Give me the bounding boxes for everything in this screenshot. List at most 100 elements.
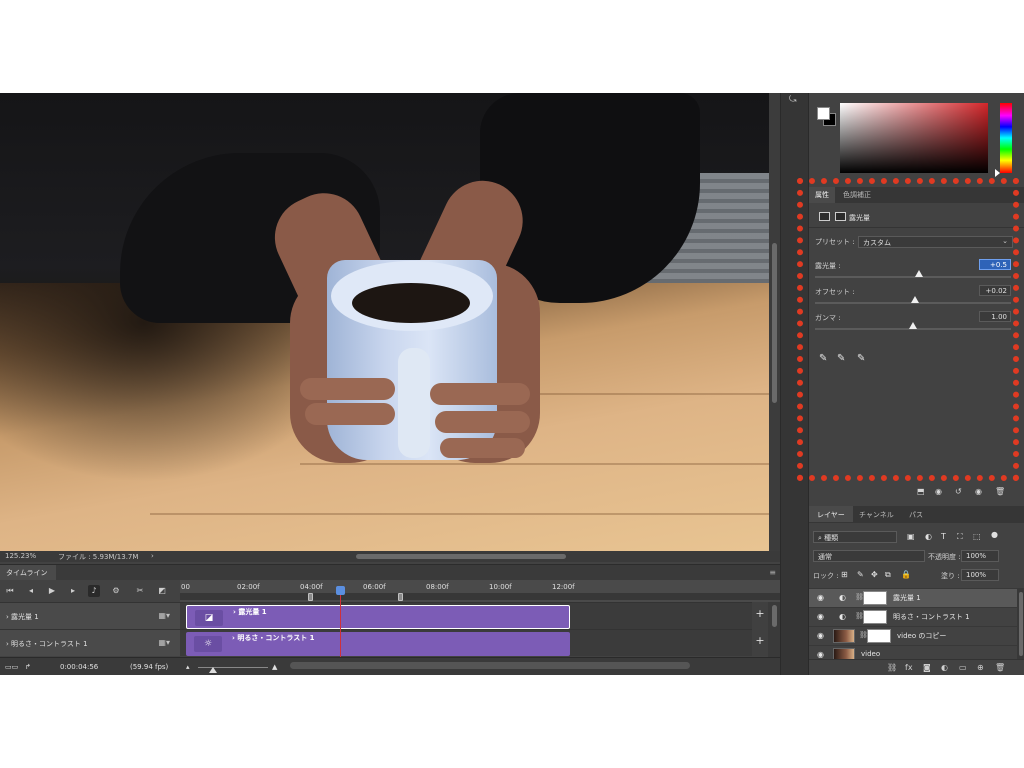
transition-icon[interactable]: ◩ (156, 585, 168, 597)
document-canvas[interactable] (0, 93, 769, 551)
canvas-horizontal-scrollbar[interactable] (356, 554, 566, 559)
layer-row[interactable]: ◉ ◐ ⛓ 明るさ・コントラスト 1 (809, 607, 1017, 626)
fx-icon[interactable]: fx (905, 663, 913, 672)
lock-all-icon[interactable]: 🔒 (901, 570, 911, 579)
hue-marker[interactable] (995, 169, 1000, 177)
eye-icon[interactable]: ◉ (817, 593, 824, 602)
tab-paths[interactable]: パス (903, 506, 929, 522)
film-icon[interactable]: ▦▾ (158, 638, 170, 647)
eye-icon[interactable]: ◉ (817, 631, 824, 640)
add-media-button[interactable]: + (752, 629, 768, 656)
work-area-bar[interactable] (180, 593, 780, 600)
layer-row[interactable]: ◉ ◐ ⛓ 露光量 1 (809, 588, 1017, 607)
add-mask-icon[interactable]: ◙ (923, 663, 931, 672)
tab-channels[interactable]: チャンネル (853, 506, 900, 522)
black-eyedropper-icon[interactable]: ✎ (819, 353, 827, 364)
clip-exposure[interactable]: ◪ › 露光量 1 (186, 605, 570, 629)
layer-name[interactable]: video のコピー (897, 631, 946, 641)
zoom-in-icon[interactable]: ▲ (272, 663, 277, 671)
foreground-color-swatch[interactable] (817, 107, 830, 120)
settings-icon[interactable]: ⚙ (110, 585, 122, 597)
zoom-slider-knob[interactable] (209, 667, 217, 673)
exposure-slider-knob[interactable] (914, 270, 923, 277)
mask-icon[interactable] (835, 212, 846, 221)
layer-mask-thumbnail[interactable] (863, 591, 887, 605)
layer-row[interactable]: ◉ ⛓ video のコピー (809, 626, 1017, 645)
layer-name[interactable]: video (861, 650, 880, 658)
keyframe-marker[interactable] (398, 593, 403, 601)
new-group-icon[interactable]: ▭ (959, 663, 967, 672)
layer-name[interactable]: 明るさ・コントラスト 1 (893, 612, 970, 622)
trash-icon[interactable]: 🗑 (995, 663, 1005, 672)
film-icon[interactable]: ▦▾ (158, 611, 170, 620)
timeline-ruler[interactable]: 00 02:00f 04:00f 06:00f 08:00f 10:00f 12… (180, 580, 780, 602)
lock-position-icon[interactable]: ✥ (871, 570, 878, 579)
gray-eyedropper-icon[interactable]: ✎ (837, 353, 845, 364)
exposure-slider[interactable] (815, 276, 1011, 278)
trash-icon[interactable]: 🗑 (995, 487, 1005, 496)
opacity-input[interactable]: 100% (961, 550, 999, 562)
status-arrow[interactable]: › (151, 552, 154, 560)
view-previous-icon[interactable]: ◉ (935, 487, 942, 496)
first-frame-icon[interactable]: ⏮ (4, 585, 16, 597)
lock-image-icon[interactable]: ✎ (857, 570, 864, 579)
link-layers-icon[interactable]: ⛓ (887, 663, 897, 672)
layer-mask-thumbnail[interactable] (863, 610, 887, 624)
previous-frame-icon[interactable]: ◂ (25, 585, 37, 597)
blend-mode-select[interactable]: 通常 (813, 550, 925, 562)
tab-timeline[interactable]: タイムライン (0, 565, 56, 581)
layer-kind-filter[interactable]: ⌕ 種類 (813, 531, 897, 543)
convert-icon[interactable]: ↱ (25, 663, 31, 671)
hue-slider[interactable] (1000, 103, 1012, 173)
layer-thumbnail[interactable] (833, 629, 855, 643)
adjustment-filter-icon[interactable]: ◐ (925, 532, 932, 541)
play-icon[interactable]: ▶ (46, 585, 58, 597)
gamma-slider-knob[interactable] (909, 322, 917, 329)
color-picker-field[interactable] (840, 103, 988, 173)
scrollbar-thumb[interactable] (772, 605, 777, 627)
layers-scrollbar[interactable] (1017, 588, 1024, 663)
layer-mask-thumbnail[interactable] (867, 629, 891, 643)
clip-to-layer-icon[interactable]: ⬒ (917, 487, 925, 496)
current-timecode[interactable]: 0:00:04:56 (60, 663, 98, 671)
track-label-brightness[interactable]: › 明るさ・コントラスト 1 ▦▾ (0, 629, 180, 656)
eye-icon[interactable]: ◉ (817, 612, 824, 621)
new-adjustment-icon[interactable]: ◐ (941, 663, 948, 672)
next-frame-icon[interactable]: ▸ (67, 585, 79, 597)
layer-name[interactable]: 露光量 1 (893, 593, 921, 603)
gamma-input[interactable]: 1.00 (979, 311, 1011, 322)
split-icon[interactable]: ✂ (134, 585, 146, 597)
audio-icon[interactable]: ♪ (88, 585, 100, 597)
timeline-horizontal-scrollbar[interactable] (290, 662, 690, 669)
filter-toggle-icon[interactable]: ● (991, 530, 998, 539)
lock-transparent-icon[interactable]: ⊞ (841, 570, 848, 579)
reset-icon[interactable]: ↺ (955, 487, 962, 496)
visibility-icon[interactable]: ◉ (975, 487, 982, 496)
new-layer-icon[interactable]: ⊕ (977, 663, 984, 672)
fill-input[interactable]: 100% (961, 569, 999, 581)
menu-icon[interactable]: ≡ (769, 568, 776, 577)
keyframe-marker[interactable] (308, 593, 313, 601)
track-label-exposure[interactable]: › 露光量 1 ▦▾ (0, 602, 180, 629)
clip-brightness[interactable]: ☼ › 明るさ・コントラスト 1 (186, 632, 570, 656)
tracks-scrollbar[interactable] (768, 602, 780, 657)
type-filter-icon[interactable]: T (941, 532, 946, 541)
canvas-vertical-scrollbar[interactable] (769, 93, 780, 551)
pixel-filter-icon[interactable]: ▣ (907, 532, 915, 541)
scrollbar-thumb[interactable] (772, 243, 777, 403)
tab-layers[interactable]: レイヤー (809, 506, 853, 522)
tab-properties[interactable]: 属性 (809, 187, 835, 203)
add-media-button[interactable]: + (752, 602, 768, 629)
scrollbar-thumb[interactable] (1019, 592, 1023, 656)
exposure-input[interactable]: +0.5 (979, 259, 1011, 270)
zoom-out-icon[interactable]: ▴ (186, 663, 190, 671)
shape-filter-icon[interactable]: ⛶ (957, 532, 963, 542)
smart-object-filter-icon[interactable]: ⬚ (973, 532, 981, 541)
preset-select[interactable]: カスタム ⌄ (858, 236, 1013, 248)
tab-adjustments[interactable]: 色調補正 (837, 187, 877, 203)
render-icon[interactable]: ▭▭ (5, 663, 18, 671)
eye-icon[interactable]: ◉ (817, 650, 824, 659)
offset-input[interactable]: +0.02 (979, 285, 1011, 296)
offset-slider-knob[interactable] (910, 296, 919, 303)
lock-artboard-icon[interactable]: ⧉ (885, 570, 891, 580)
